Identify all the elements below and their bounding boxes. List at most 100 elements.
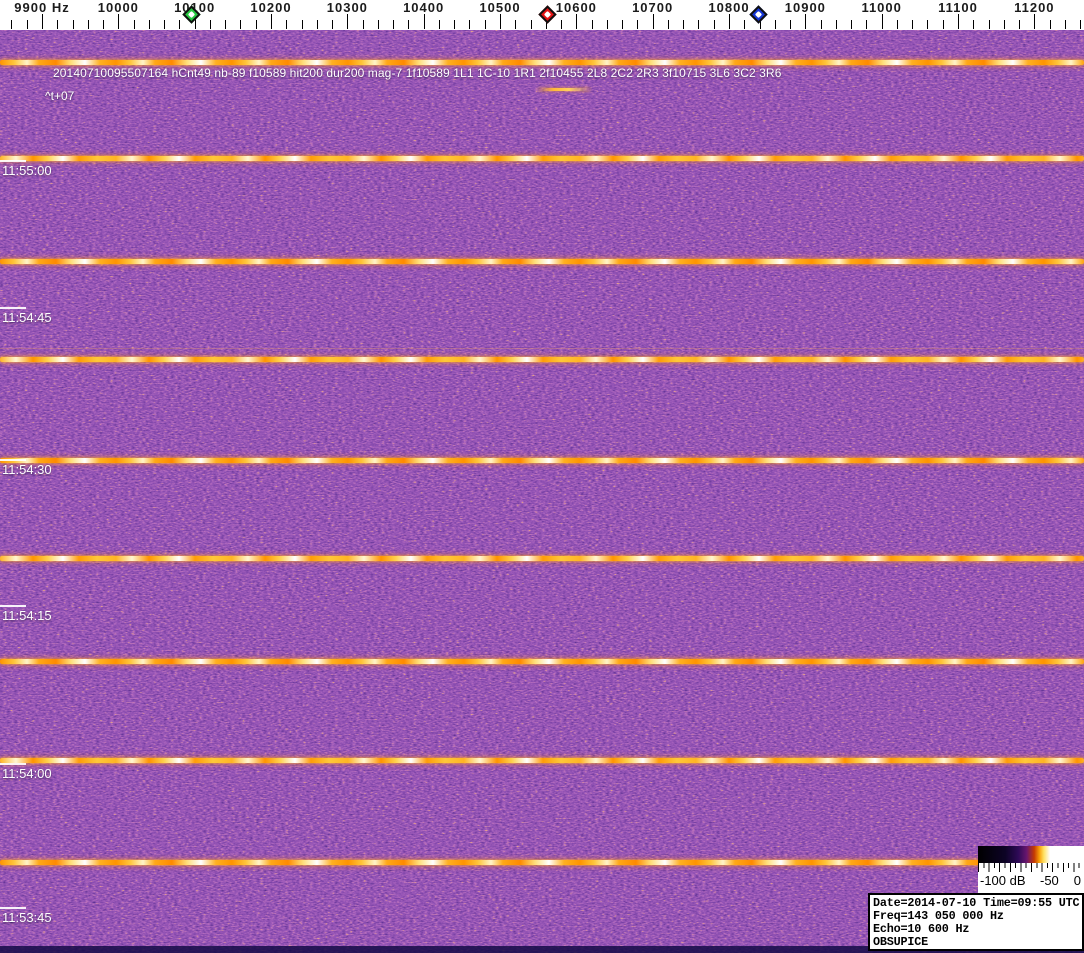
time-tick (0, 459, 26, 461)
legend-min-label: -100 dB (980, 873, 1026, 888)
ruler-tick (1064, 20, 1066, 29)
ruler-tick (164, 20, 166, 29)
sweep-band (0, 758, 1084, 763)
color-scale-legend: -100 dB -50 0 (978, 846, 1084, 893)
ruler-tick (973, 20, 975, 29)
sweep-band (0, 156, 1084, 161)
ruler-tick (57, 20, 59, 29)
ruler-label: 10500 (479, 0, 521, 15)
ruler-tick (454, 20, 456, 29)
ruler-tick (896, 20, 898, 29)
ruler-tick (866, 20, 868, 29)
ruler-tick (42, 14, 43, 29)
ruler-label: 10300 (326, 0, 368, 15)
time-label: 11:54:45 (2, 310, 52, 325)
ruler-tick (332, 20, 334, 29)
marker-dot (543, 10, 551, 19)
ruler-tick (667, 20, 669, 29)
noise-texture (0, 30, 1084, 953)
ruler-label: 11200 (1014, 0, 1055, 15)
ruler-tick (484, 20, 486, 29)
ruler-label: 10900 (784, 0, 826, 15)
ruler-tick (255, 20, 257, 29)
ruler-tick (286, 20, 288, 29)
ruler-tick (362, 20, 364, 29)
ruler-tick (790, 20, 792, 29)
sweep-band (0, 357, 1084, 362)
ruler-tick (393, 20, 395, 29)
ruler-tick (881, 14, 883, 29)
ruler-tick (576, 14, 578, 29)
ruler-tick (927, 20, 929, 29)
ruler-tick (1019, 20, 1021, 29)
ruler-tick (209, 20, 211, 29)
ruler-tick (652, 14, 654, 29)
legend-mid-label: -50 (1040, 873, 1059, 888)
ruler-tick (728, 14, 730, 29)
ruler-tick (957, 14, 959, 29)
freq-marker-blue-diamond-icon[interactable] (748, 5, 768, 24)
ruler-tick (423, 14, 425, 29)
ruler-tick (988, 20, 990, 29)
time-tick (0, 605, 26, 607)
ruler-label: 10600 (555, 0, 597, 15)
ruler-tick (515, 20, 517, 29)
ruler-tick (606, 20, 608, 29)
ruler-tick (179, 20, 181, 29)
ruler-tick (316, 20, 318, 29)
ruler-tick (72, 20, 74, 29)
ruler-tick (499, 14, 501, 29)
ruler-tick (87, 20, 89, 29)
ruler-tick (1049, 20, 1051, 29)
color-gradient-bar (978, 846, 1084, 863)
info-observatory: OBSUPICE (873, 935, 929, 949)
ruler-label: 9900 Hz (14, 0, 70, 15)
ruler-label: 10200 (250, 0, 292, 15)
ruler-tick (912, 20, 914, 29)
sweep-band (0, 556, 1084, 561)
time-tick (0, 907, 26, 909)
time-label: 11:54:30 (2, 462, 52, 477)
ruler-label: 10800 (708, 0, 750, 15)
ruler-tick (530, 20, 532, 29)
sweep-band (0, 259, 1084, 264)
ruler-tick (26, 20, 28, 29)
time-label: 11:54:00 (2, 766, 52, 781)
ruler-tick (469, 20, 471, 29)
ruler-label: 10000 (97, 0, 139, 15)
ruler-tick (561, 20, 563, 29)
ruler-tick (713, 20, 715, 29)
ruler-tick (698, 20, 700, 29)
frequency-ruler: 9900 Hz100001010010200103001040010500106… (0, 0, 1084, 30)
spectrogram-canvas[interactable] (0, 30, 1084, 953)
ruler-tick (942, 20, 944, 29)
ruler-tick (591, 20, 593, 29)
sweep-band (0, 458, 1084, 463)
ruler-tick (774, 20, 776, 29)
ruler-tick (103, 20, 105, 29)
ruler-tick (225, 20, 227, 29)
ruler-tick (148, 20, 150, 29)
ruler-tick (377, 20, 379, 29)
meteor-spectrogram-window: 9900 Hz100001010010200103001040010500106… (0, 0, 1084, 953)
threshold-label: ^t+07 (45, 89, 75, 103)
ruler-tick (637, 20, 639, 29)
ruler-tick (851, 20, 853, 29)
marker-dot (188, 10, 196, 19)
ruler-tick (301, 20, 303, 29)
sweep-band (0, 860, 1084, 865)
freq-marker-red-diamond-icon[interactable] (538, 5, 557, 24)
ruler-tick (118, 14, 120, 29)
faint-band (0, 348, 1084, 349)
ruler-label: 11000 (861, 0, 902, 15)
ruler-tick (805, 14, 807, 29)
ruler-tick (622, 20, 624, 29)
detection-log-text: 20140710095507164 hCnt49 nb-89 f10589 hi… (53, 66, 782, 80)
ruler-tick (270, 14, 272, 29)
ruler-label: 11100 (938, 0, 978, 15)
ruler-tick (683, 20, 685, 29)
observation-info-box: Date=2014-07-10 Time=09:55 UTC Freq=143 … (868, 893, 1084, 951)
time-tick (0, 160, 26, 162)
legend-max-label: 0 (1073, 873, 1081, 888)
meteor-echo-streak (538, 88, 590, 91)
